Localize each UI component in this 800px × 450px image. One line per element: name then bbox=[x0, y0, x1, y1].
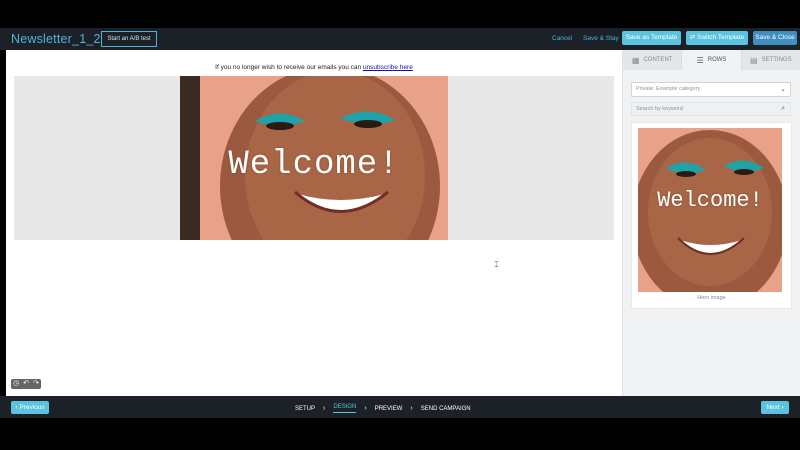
history-toolbar: ◷ ↶ ↷ bbox=[11, 379, 41, 389]
tab-content-label: CONTENT bbox=[643, 57, 673, 63]
hero-image[interactable]: Welcome! bbox=[180, 76, 448, 240]
category-select[interactable]: Private: Example category ⌄ bbox=[631, 82, 791, 97]
next-label: Next bbox=[766, 404, 780, 411]
step-preview[interactable]: PREVIEW bbox=[375, 406, 403, 412]
next-button[interactable]: Next › bbox=[761, 401, 789, 414]
switch-template-label: Switch Template bbox=[697, 34, 745, 41]
tab-settings[interactable]: ▤ SETTINGS bbox=[741, 50, 800, 70]
row-template-card[interactable]: Welcome! Hero image bbox=[631, 122, 792, 309]
previous-button[interactable]: ‹ Previous bbox=[11, 401, 49, 414]
step-send-campaign[interactable]: SEND CAMPAIGN bbox=[421, 406, 471, 412]
tab-settings-label: SETTINGS bbox=[761, 57, 792, 63]
unsubscribe-text: If you no longer wish to receive our ema… bbox=[6, 64, 622, 71]
save-close-button[interactable]: Save & Close bbox=[753, 31, 797, 45]
chevron-down-icon: ⌄ bbox=[780, 86, 786, 93]
card-image: Welcome! bbox=[638, 128, 782, 292]
history-icon[interactable]: ◷ bbox=[11, 379, 21, 389]
chevron-left-icon: ‹ bbox=[15, 404, 18, 411]
ab-test-button[interactable]: Start an A/B test bbox=[101, 31, 157, 47]
sidebar-panel: ▦ CONTENT ☰ ROWS ▤ SETTINGS Private: Exa… bbox=[622, 50, 800, 396]
bottom-navigation: ‹ Previous SETUP › DESIGN › PREVIEW › SE… bbox=[0, 396, 800, 418]
undo-icon[interactable]: ↶ bbox=[21, 379, 31, 389]
sidebar-tabs: ▦ CONTENT ☰ ROWS ▤ SETTINGS bbox=[623, 50, 800, 70]
search-icon: ⌕ bbox=[781, 105, 785, 112]
save-as-template-button[interactable]: Save as Template bbox=[622, 31, 681, 45]
category-select-value: Private: Example category bbox=[636, 86, 701, 92]
step-setup[interactable]: SETUP bbox=[295, 406, 315, 412]
unsubscribe-prefix: If you no longer wish to receive our ema… bbox=[215, 64, 362, 71]
chevron-right-icon: › bbox=[781, 404, 784, 411]
unsubscribe-link[interactable]: unsubscribe here bbox=[363, 64, 413, 71]
tab-rows-label: ROWS bbox=[707, 57, 727, 63]
wizard-steps: SETUP › DESIGN › PREVIEW › SEND CAMPAIGN bbox=[295, 404, 471, 413]
top-toolbar: Newsletter_1_2 Start an A/B test Cancel … bbox=[0, 28, 800, 50]
keyword-search-input[interactable]: Search by keyword ⌕ bbox=[631, 102, 791, 116]
chevron-right-icon: › bbox=[364, 405, 367, 412]
previous-label: Previous bbox=[19, 404, 45, 411]
tab-content[interactable]: ▦ CONTENT bbox=[623, 50, 683, 70]
step-design[interactable]: DESIGN bbox=[333, 404, 357, 413]
redo-icon[interactable]: ↷ bbox=[31, 379, 41, 389]
newsletter-title: Newsletter_1_2 bbox=[11, 32, 101, 46]
chevron-right-icon: › bbox=[323, 405, 326, 412]
search-placeholder: Search by keyword bbox=[636, 106, 683, 112]
hero-row[interactable]: Welcome! bbox=[14, 76, 614, 240]
settings-icon: ▤ bbox=[750, 55, 758, 65]
grid-icon: ▦ bbox=[631, 55, 640, 65]
card-caption: Hero image bbox=[697, 295, 726, 301]
card-welcome-text: Welcome! bbox=[657, 188, 763, 213]
chevron-right-icon: › bbox=[410, 405, 413, 412]
rows-icon: ☰ bbox=[696, 55, 704, 65]
email-canvas[interactable]: If you no longer wish to receive our ema… bbox=[6, 50, 622, 396]
tab-rows[interactable]: ☰ ROWS bbox=[682, 50, 742, 70]
save-stay-button[interactable]: Save & Stay bbox=[583, 35, 619, 42]
switch-template-button[interactable]: ⇄ Switch Template bbox=[686, 31, 748, 45]
mouse-cursor-icon: ⌶ bbox=[494, 260, 499, 269]
cancel-button[interactable]: Cancel bbox=[552, 35, 572, 42]
switch-icon: ⇄ bbox=[689, 34, 696, 41]
hero-welcome-text: Welcome! bbox=[228, 146, 400, 184]
